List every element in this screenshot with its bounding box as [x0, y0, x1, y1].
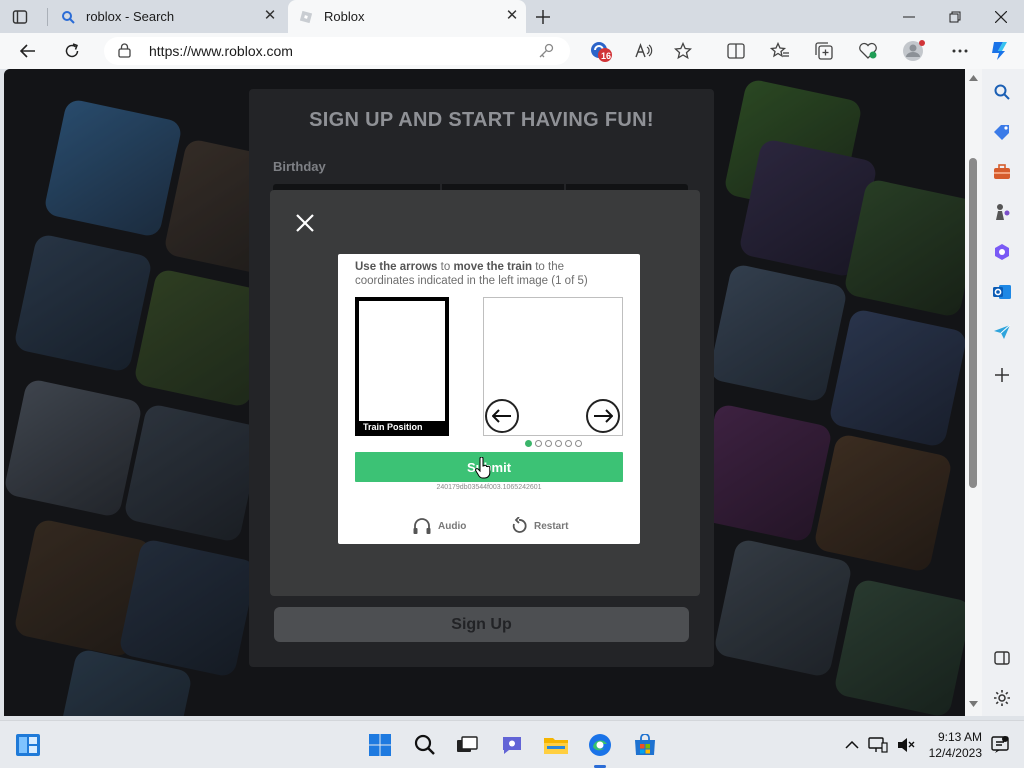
taskbar: 9:13 AM 12/4/2023 [0, 720, 1024, 768]
close-tab-icon[interactable]: ✕ [504, 8, 520, 24]
chevron-up-icon[interactable] [838, 731, 866, 759]
key-icon[interactable] [538, 43, 554, 59]
progress-dot [545, 440, 552, 447]
tab-divider [47, 8, 48, 26]
scroll-up-icon[interactable] [969, 75, 978, 81]
sidebar-panel-icon[interactable] [989, 645, 1015, 671]
store-icon[interactable] [631, 731, 659, 759]
read-aloud-icon[interactable] [632, 39, 656, 63]
hand-cursor-icon [475, 457, 491, 479]
system-clock[interactable]: 9:13 AM 12/4/2023 [922, 729, 982, 761]
target-image: Train Position [355, 297, 449, 436]
games-icon[interactable] [989, 199, 1015, 225]
audio-label: Audio [438, 520, 467, 532]
copilot-sidebar-icon[interactable] [989, 239, 1015, 265]
session-id: 240179db03544f003.1065242601 [436, 484, 542, 491]
notification-icon[interactable] [986, 731, 1014, 759]
widgets-icon[interactable] [14, 731, 42, 759]
browser-essentials-icon[interactable] [856, 39, 880, 63]
restore-icon[interactable] [932, 0, 978, 33]
progress-dots [525, 440, 582, 447]
tools-icon[interactable] [989, 159, 1015, 185]
restart-icon [510, 517, 528, 535]
minimize-icon[interactable] [886, 0, 932, 33]
progress-dot [575, 440, 582, 447]
file-explorer-icon[interactable] [542, 731, 570, 759]
edge-browser-icon[interactable] [586, 731, 614, 768]
lock-icon[interactable] [118, 43, 131, 58]
profile-avatar-icon[interactable] [900, 39, 928, 63]
progress-dot [535, 440, 542, 447]
new-tab-icon[interactable] [532, 6, 554, 28]
display-icon[interactable] [864, 731, 892, 759]
navigation-bar: https://www.roblox.com 16 [0, 33, 1024, 69]
more-menu-icon[interactable] [948, 39, 972, 63]
favorites-icon[interactable] [768, 39, 792, 63]
tab-actions-icon[interactable] [10, 7, 30, 27]
instruction-emphasis: move the train [453, 261, 533, 273]
copilot-icon[interactable] [988, 39, 1012, 63]
train-position-label: Train Position [359, 421, 445, 432]
send-icon[interactable] [989, 319, 1015, 345]
task-view-icon[interactable] [453, 731, 481, 759]
arrow-right-button[interactable] [586, 399, 620, 433]
close-icon[interactable] [292, 210, 318, 236]
close-window-icon[interactable] [978, 0, 1024, 33]
tab-roblox[interactable]: Roblox ✕ [288, 0, 526, 33]
search-icon[interactable] [989, 79, 1015, 105]
progress-dot [565, 440, 572, 447]
search-favicon-icon [60, 9, 76, 25]
tab-strip: roblox - Search ✕ Roblox ✕ [0, 0, 1024, 33]
progress-dot [525, 440, 532, 447]
page-content: SIGN UP AND START HAVING FUN! Birthday S… [4, 69, 965, 716]
headphones-icon [412, 517, 432, 535]
tab-search[interactable]: roblox - Search ✕ [52, 0, 284, 33]
add-icon[interactable] [989, 362, 1015, 388]
settings-gear-icon[interactable] [989, 685, 1015, 711]
tab-title: roblox - Search [86, 9, 175, 24]
tab-title: Roblox [324, 9, 365, 24]
instruction-text: to [437, 261, 454, 273]
scroll-down-icon[interactable] [969, 701, 978, 707]
sign-up-button[interactable]: Sign Up [274, 607, 689, 642]
captcha-challenge: Use the arrows to move the train to the … [338, 254, 640, 544]
progress-dot [555, 440, 562, 447]
roblox-favicon-icon [298, 9, 314, 25]
back-icon[interactable] [13, 36, 43, 66]
restart-label: Restart [534, 520, 569, 532]
audio-button[interactable]: Audio [412, 517, 466, 535]
favorite-star-icon[interactable] [671, 39, 695, 63]
volume-muted-icon[interactable] [892, 731, 920, 759]
shopping-tag-icon[interactable] [989, 119, 1015, 145]
clock-date: 12/4/2023 [928, 746, 982, 760]
instruction-emphasis: Use the arrows [355, 261, 438, 273]
refresh-icon[interactable] [57, 36, 87, 66]
outlook-icon[interactable] [989, 279, 1015, 305]
collections-icon[interactable] [812, 39, 836, 63]
url-text[interactable]: https://www.roblox.com [149, 43, 293, 59]
start-windows-icon[interactable] [366, 731, 394, 759]
arrow-left-button[interactable] [485, 399, 519, 433]
notification-count: 16 [600, 51, 611, 61]
split-screen-icon[interactable] [724, 39, 748, 63]
captcha-modal: Use the arrows to move the train to the … [270, 190, 700, 596]
extension-badge-icon[interactable]: 16 [586, 39, 616, 63]
birthday-label: Birthday [273, 159, 326, 174]
close-tab-icon[interactable]: ✕ [262, 8, 278, 24]
teams-chat-icon[interactable] [498, 731, 526, 759]
scroll-thumb[interactable] [969, 158, 977, 488]
train-puzzle-image [483, 297, 623, 436]
form-title: SIGN UP AND START HAVING FUN! [309, 109, 654, 131]
address-bar[interactable]: https://www.roblox.com [104, 37, 570, 65]
search-icon[interactable] [411, 731, 439, 759]
restart-button[interactable]: Restart [510, 517, 568, 535]
clock-time: 9:13 AM [937, 730, 982, 744]
captcha-instructions: Use the arrows to move the train to the … [355, 260, 625, 288]
